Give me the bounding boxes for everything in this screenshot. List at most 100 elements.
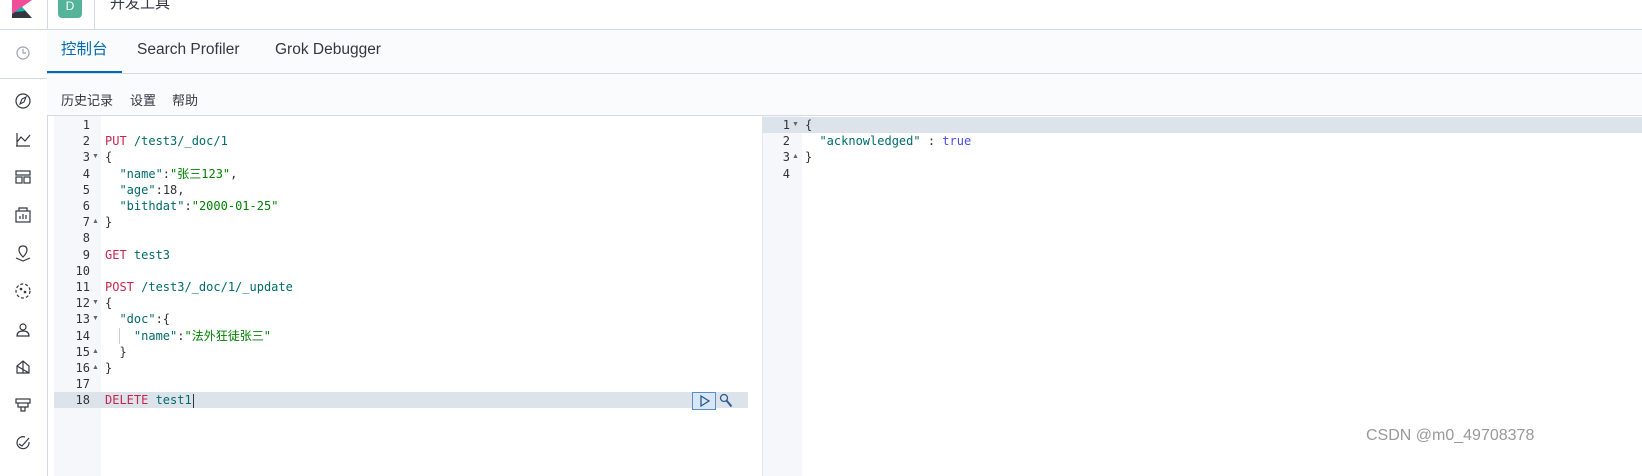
code-token: : xyxy=(155,182,163,197)
code-line: } xyxy=(805,149,812,165)
code-token: "bithdat" xyxy=(105,199,185,213)
line-number: 13 xyxy=(75,312,90,327)
top-header: D 开发工具 xyxy=(0,0,1642,30)
send-request-button[interactable] xyxy=(692,392,716,410)
wrench-icon[interactable] xyxy=(718,392,734,410)
code-line: POST /test3/_doc/1/_update xyxy=(105,279,293,295)
line-number: 7 xyxy=(82,215,90,230)
play-icon xyxy=(700,394,711,408)
code-token: POST xyxy=(105,280,134,294)
header-divider xyxy=(94,0,95,29)
code-token: "age" xyxy=(105,182,156,197)
code-line: { xyxy=(105,295,112,311)
line-number: 15 xyxy=(75,344,90,359)
code-token: : xyxy=(162,166,171,181)
tab-console[interactable]: 控制台 xyxy=(47,30,122,73)
space-avatar[interactable]: D xyxy=(58,0,82,18)
line-number: 6 xyxy=(82,199,90,213)
code-token: test1 xyxy=(148,393,192,408)
code-token: PUT xyxy=(105,134,127,149)
code-token: "法外狂徒张三" xyxy=(184,328,271,343)
side-navigation xyxy=(0,30,48,476)
layers-icon[interactable] xyxy=(14,396,32,414)
fold-down-icon[interactable]: ▼ xyxy=(792,117,799,133)
ml-icon[interactable] xyxy=(14,282,32,300)
nav-divider xyxy=(0,78,47,79)
help-button[interactable]: 帮助 xyxy=(172,90,198,109)
code-token: /test3/_doc/1 xyxy=(126,134,228,149)
active-line-highlight xyxy=(762,117,1642,133)
code-token: { xyxy=(105,150,113,165)
fold-down-icon[interactable]: ▼ xyxy=(92,311,99,327)
code-line: GET test3 xyxy=(105,247,170,263)
tab-search-profiler[interactable]: Search Profiler xyxy=(123,30,254,73)
code-line: PUT /test3/_doc/1 xyxy=(105,133,228,149)
line-number: 14 xyxy=(75,328,90,343)
code-token: , xyxy=(177,182,185,197)
line-number: 12 xyxy=(75,296,90,311)
code-line: } xyxy=(105,344,127,360)
console-toolbar: 历史记录 设置 帮助 xyxy=(47,74,1642,116)
visualize-icon[interactable] xyxy=(14,130,32,148)
code-token: : xyxy=(184,199,192,213)
code-token: /test3/_doc/1/_update xyxy=(133,280,293,294)
fold-up-icon[interactable]: ▲ xyxy=(92,214,99,230)
code-line: { xyxy=(105,149,112,165)
code-line: { xyxy=(805,117,812,133)
code-line: "acknowledged" : true xyxy=(805,133,971,149)
code-token: } xyxy=(105,344,127,359)
code-token: : xyxy=(920,134,943,149)
tab-grok-debugger[interactable]: Grok Debugger xyxy=(261,30,395,73)
code-token: { xyxy=(805,118,813,132)
breadcrumb-app-title: 开发工具 xyxy=(110,0,171,12)
line-number: 5 xyxy=(82,182,90,197)
code-token: :{ xyxy=(155,312,171,327)
line-number: 11 xyxy=(75,280,90,294)
text-cursor xyxy=(193,394,194,408)
code-token: "doc" xyxy=(105,312,156,327)
code-token: "name" xyxy=(105,328,178,343)
code-token: GET xyxy=(105,247,127,262)
kibana-logo-icon[interactable] xyxy=(12,0,32,18)
history-button[interactable]: 历史记录 xyxy=(61,90,113,109)
code-line: "age":18, xyxy=(105,182,185,198)
code-line: "doc":{ xyxy=(105,311,170,327)
graph-icon[interactable] xyxy=(14,358,32,376)
code-line: "bithdat":"2000-01-25" xyxy=(105,198,278,214)
fold-up-icon[interactable]: ▲ xyxy=(92,360,99,376)
line-number: 8 xyxy=(82,231,90,246)
code-line: } xyxy=(105,360,112,376)
fold-down-icon[interactable]: ▼ xyxy=(92,149,99,165)
code-token: test3 xyxy=(126,247,171,262)
line-number: 4 xyxy=(82,166,90,181)
user-icon[interactable] xyxy=(14,320,32,338)
code-token: 18 xyxy=(162,182,178,197)
code-token: "2000-01-25" xyxy=(191,199,279,213)
code-token: } xyxy=(105,361,113,375)
settings-button[interactable]: 设置 xyxy=(130,90,156,109)
line-number: 3 xyxy=(782,150,790,165)
dashboard-icon[interactable] xyxy=(14,168,32,186)
canvas-icon[interactable] xyxy=(14,206,32,224)
code-token: "张三123" xyxy=(170,166,231,181)
heartbeat-icon[interactable] xyxy=(14,434,32,452)
line-number: 2 xyxy=(82,134,90,149)
fold-down-icon[interactable]: ▼ xyxy=(92,295,99,311)
fold-up-icon[interactable]: ▲ xyxy=(792,149,799,165)
line-number: 9 xyxy=(82,247,90,262)
maps-icon[interactable] xyxy=(14,244,32,262)
code-token: } xyxy=(805,150,813,165)
line-number: 4 xyxy=(782,166,790,181)
code-token: } xyxy=(105,215,113,230)
header-divider xyxy=(47,0,48,29)
clock-icon[interactable] xyxy=(14,44,32,62)
code-token: DELETE xyxy=(105,393,149,408)
response-output[interactable] xyxy=(762,116,1642,476)
fold-up-icon[interactable]: ▲ xyxy=(92,344,99,360)
line-number: 3 xyxy=(82,150,90,165)
code-line: } xyxy=(105,214,112,230)
code-line: "name":"张三123", xyxy=(105,166,237,182)
dev-tools-tabs: 控制台 Search Profiler Grok Debugger xyxy=(47,30,1642,74)
compass-icon[interactable] xyxy=(14,92,32,110)
indent-guide xyxy=(119,328,120,344)
